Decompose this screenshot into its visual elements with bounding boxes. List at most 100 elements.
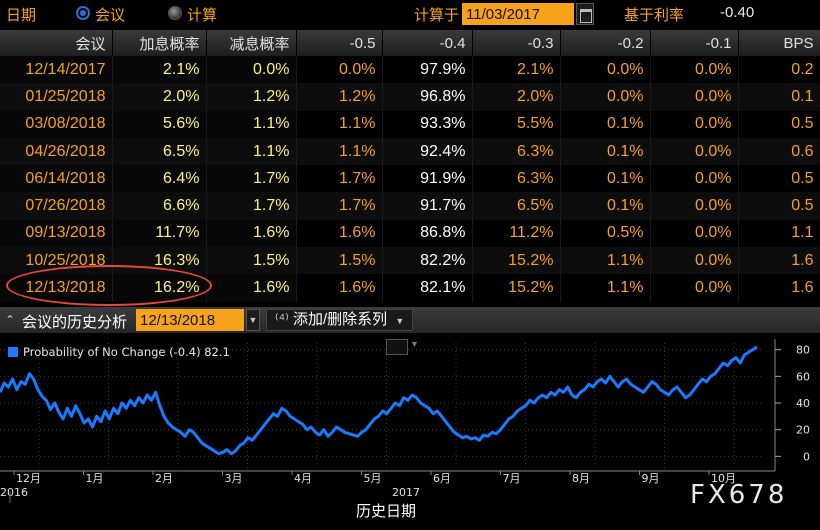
- table-row[interactable]: 10/25/2018 16.3% 1.5% 1.5% 82.2% 15.2% 1.1% 0.0…: [0, 247, 820, 275]
- bps-value: 1.6: [738, 274, 820, 302]
- y-tick-label: 0: [803, 450, 810, 463]
- bps-value: 0.2: [738, 56, 820, 84]
- table-row[interactable]: 01/25/2018 2.0% 1.2% 1.2% 96.8% 2.0% 0.0% 0.0% 0…: [0, 83, 820, 111]
- column-header[interactable]: -0.5: [296, 30, 383, 56]
- column-header[interactable]: -0.3: [472, 30, 561, 56]
- rate-prob-m03: 5.5%: [472, 110, 561, 138]
- chart-legend: Probability of No Change (-0.4) 82.1: [8, 345, 230, 359]
- hike-probability: 11.7%: [112, 219, 207, 248]
- history-chart: 0 20 40 60 80 12月 1月 2月 3月 4月 5月 6月 7月 8月 9月 10月 2016 201…: [0, 335, 820, 530]
- table-row[interactable]: 12/13/2018 16.2% 1.6% 1.6% 82.1% 15.2% 1.1% 0.0…: [0, 274, 820, 302]
- date-label: 日期: [6, 7, 37, 24]
- rate-prob-m01: 0.0%: [650, 137, 739, 166]
- rate-prob-m03: 6.3%: [472, 165, 561, 193]
- rate-prob-m05: 1.1%: [296, 137, 383, 166]
- x-tick-label: 5月: [364, 472, 382, 485]
- column-header[interactable]: -0.1: [650, 30, 739, 56]
- add-remove-series-button[interactable]: ⁽⁴⁾ 添加/删除系列 ▼: [266, 309, 414, 331]
- column-header[interactable]: BPS: [738, 30, 820, 56]
- table-row[interactable]: 09/13/2018 11.7% 1.6% 1.6% 86.8% 11.2% 0.5% 0.0…: [0, 219, 820, 248]
- hike-probability: 16.2%: [112, 274, 207, 302]
- hike-probability: 2.1%: [112, 56, 207, 84]
- rate-prob-m02: 0.0%: [560, 83, 651, 111]
- hike-probability: 2.0%: [112, 83, 207, 111]
- rate-prob-m04: 82.2%: [382, 247, 473, 275]
- table-row[interactable]: 07/26/2018 6.6% 1.7% 1.7% 91.7% 6.5% 0.1% 0.0% 0…: [0, 192, 820, 220]
- x-tick-label: 12月: [16, 472, 41, 485]
- x-tick-label: 6月: [433, 472, 451, 485]
- hike-probability: 6.6%: [112, 192, 207, 220]
- meeting-date: 03/08/2018: [0, 110, 113, 138]
- rate-prob-m04: 86.8%: [382, 219, 473, 248]
- cut-probability: 1.5%: [206, 247, 297, 275]
- table-row[interactable]: 04/26/2018 6.5% 1.1% 1.1% 92.4% 6.3% 0.1% 0.0% 0…: [0, 137, 820, 166]
- rate-prob-m04: 92.4%: [382, 137, 473, 166]
- rate-prob-m05: 0.0%: [296, 56, 383, 84]
- rate-prob-m03: 11.2%: [472, 219, 561, 248]
- legend-swatch: [8, 347, 18, 357]
- rate-prob-m01: 0.0%: [650, 165, 739, 193]
- rate-prob-m05: 1.7%: [296, 192, 383, 220]
- y-tick-label: 20: [796, 424, 810, 437]
- bps-value: 1.6: [738, 247, 820, 275]
- cut-probability: 1.2%: [206, 83, 297, 111]
- table-row[interactable]: 03/08/2018 5.6% 1.1% 1.1% 93.3% 5.5% 0.1% 0.0% 0…: [0, 110, 820, 138]
- x-year-label: 2016: [0, 486, 28, 499]
- rate-prob-m02: 0.1%: [560, 165, 651, 193]
- collapse-icon[interactable]: ⌃: [3, 312, 17, 328]
- cut-probability: 0.0%: [206, 56, 297, 84]
- rate-prob-m02: 1.1%: [560, 247, 651, 275]
- calc-date-input[interactable]: [462, 3, 574, 25]
- rate-prob-m02: 0.1%: [560, 110, 651, 138]
- meeting-date: 04/26/2018: [0, 137, 113, 166]
- x-tick-label: 3月: [225, 472, 243, 485]
- bps-value: 0.5: [738, 110, 820, 138]
- x-year-label: 2017: [392, 486, 420, 499]
- radio-calc[interactable]: [168, 6, 182, 20]
- radio-meeting-label[interactable]: 会议: [95, 4, 125, 25]
- rate-prob-m03: 2.0%: [472, 83, 561, 111]
- column-header[interactable]: -0.2: [560, 30, 651, 56]
- cut-probability: 1.6%: [206, 219, 297, 248]
- x-tick-label: 7月: [503, 472, 521, 485]
- series-icon: ⁽⁴⁾: [275, 311, 289, 328]
- hike-probability: 16.3%: [112, 247, 207, 275]
- rate-prob-m01: 0.0%: [650, 83, 739, 111]
- radio-calc-label[interactable]: 计算: [187, 4, 217, 25]
- rate-prob-m02: 0.1%: [560, 192, 651, 220]
- radio-meeting[interactable]: [76, 6, 90, 20]
- rate-prob-m04: 82.1%: [382, 274, 473, 302]
- rate-prob-m02: 0.0%: [560, 56, 651, 84]
- history-section-bar: ⌃ 会议的历史分析 ▼ ⁽⁴⁾ 添加/删除系列 ▼: [0, 307, 820, 333]
- table-row[interactable]: 12/14/2017 2.1% 0.0% 0.0% 97.9% 2.1% 0.0% 0.0% 0…: [0, 56, 820, 84]
- rate-prob-m03: 15.2%: [472, 247, 561, 275]
- rate-prob-m01: 0.0%: [650, 219, 739, 248]
- probability-table: 会议 加息概率 减息概率 -0.5 -0.4 -0.3 -0.2 -0.1 BP…: [0, 30, 820, 304]
- rate-prob-m02: 0.1%: [560, 137, 651, 166]
- chevron-down-icon[interactable]: ▼: [410, 339, 419, 349]
- rate-prob-m04: 91.9%: [382, 165, 473, 193]
- rate-prob-m05: 1.7%: [296, 165, 383, 193]
- calendar-icon[interactable]: [576, 3, 594, 25]
- rate-prob-m01: 0.0%: [650, 192, 739, 220]
- section-title: 会议的历史分析: [22, 314, 128, 331]
- rate-prob-m03: 2.1%: [472, 56, 561, 84]
- rate-prob-m01: 0.0%: [650, 247, 739, 275]
- rate-prob-m04: 96.8%: [382, 83, 473, 111]
- rate-prob-m05: 1.1%: [296, 110, 383, 138]
- rate-prob-m01: 0.0%: [650, 56, 739, 84]
- rate-prob-m03: 6.3%: [472, 137, 561, 166]
- legend-value: 82.1: [204, 345, 230, 359]
- column-header[interactable]: 减息概率: [206, 30, 297, 56]
- column-header[interactable]: -0.4: [382, 30, 473, 56]
- legend-label: Probability of No Change (-0.4): [23, 345, 201, 359]
- base-rate-label: 基于利率: [624, 7, 685, 24]
- chevron-down-icon[interactable]: ▼: [246, 309, 260, 331]
- column-header[interactable]: 会议: [0, 30, 113, 56]
- watermark-logo: FX678: [690, 480, 788, 510]
- chart-type-icon[interactable]: [386, 339, 408, 355]
- table-row[interactable]: 06/14/2018 6.4% 1.7% 1.7% 91.9% 6.3% 0.1% 0.0% 0…: [0, 165, 820, 193]
- history-date-input[interactable]: [136, 309, 244, 331]
- column-header[interactable]: 加息概率: [112, 30, 207, 56]
- x-tick-label: 8月: [572, 472, 590, 485]
